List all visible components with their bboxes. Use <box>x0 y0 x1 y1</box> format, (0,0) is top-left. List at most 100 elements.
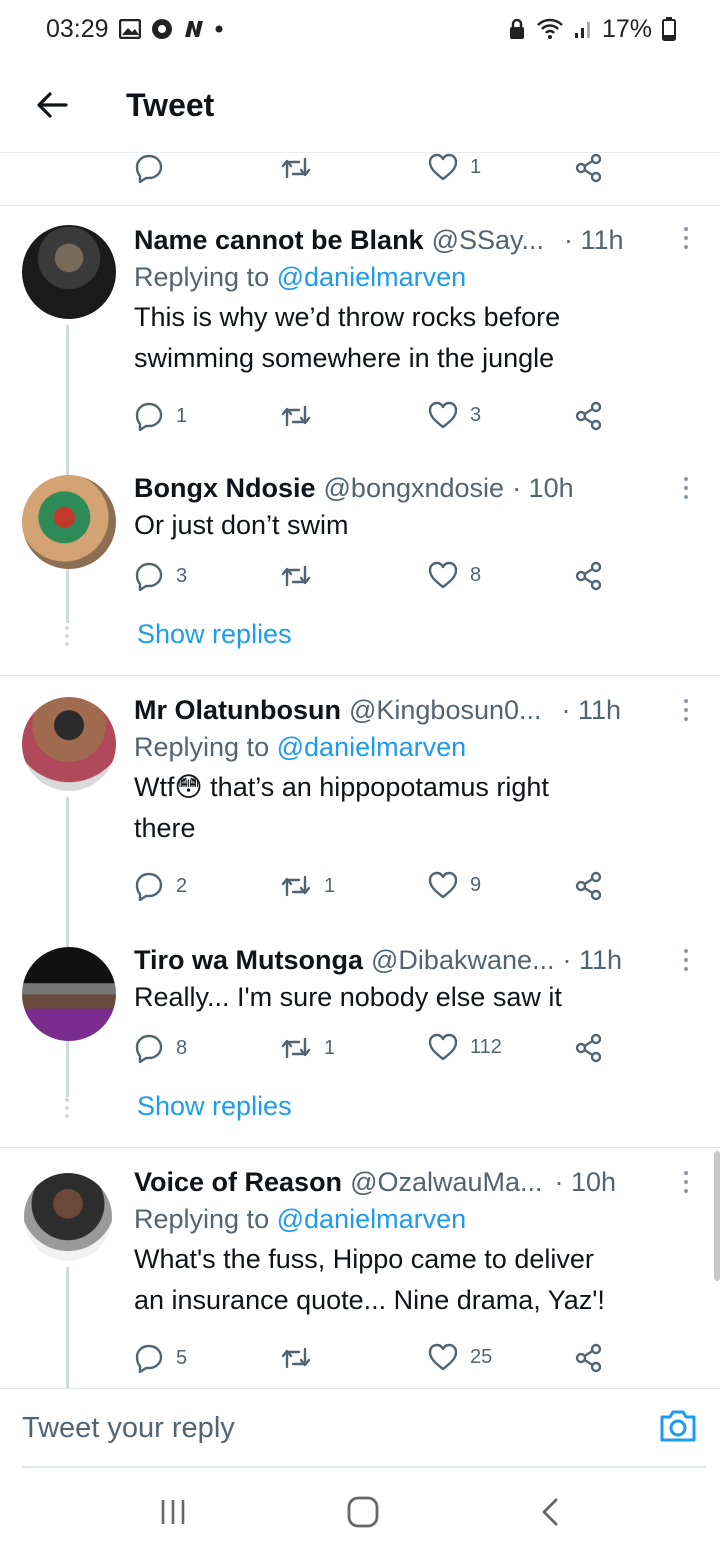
author-handle[interactable]: @bongxndosie <box>324 471 505 505</box>
tweet-text-line: swimming somewhere in the jungle <box>134 343 555 373</box>
retweet-button[interactable] <box>280 561 324 591</box>
tweet-text: Or just don’t swim <box>134 505 694 546</box>
like-button[interactable]: 3 <box>428 401 481 429</box>
author-name[interactable]: Tiro wa Mutsonga <box>134 943 363 977</box>
more-options-button[interactable] <box>680 949 692 971</box>
share-icon <box>575 153 602 183</box>
tweet-text-line: there <box>134 813 196 843</box>
recent-apps-icon <box>162 1499 185 1524</box>
reply-button[interactable]: 3 <box>134 561 187 591</box>
retweet-button[interactable] <box>280 153 312 183</box>
author-handle[interactable]: @Kingbosun0... <box>349 693 542 727</box>
page-title: Tweet <box>126 86 215 123</box>
reply-input[interactable]: Tweet your reply <box>22 1412 235 1445</box>
more-options-button[interactable] <box>680 1171 692 1193</box>
like-count: 8 <box>470 563 482 586</box>
system-nav-bar <box>0 1468 720 1560</box>
status-left: 03:29 <box>46 15 223 44</box>
thread-line <box>66 1045 69 1087</box>
reply-button[interactable] <box>134 153 164 183</box>
show-replies-link[interactable]: Show replies <box>137 619 292 650</box>
mention-link[interactable]: @danielmarven <box>277 732 467 762</box>
battery-icon <box>662 17 676 41</box>
author-name[interactable]: Name cannot be Blank <box>134 223 424 257</box>
author-name[interactable]: Mr Olatunbosun <box>134 693 341 727</box>
author-name[interactable]: Bongx Ndosie <box>134 471 316 505</box>
reply-icon <box>135 154 163 183</box>
camera-button[interactable] <box>658 1408 698 1449</box>
like-count: 9 <box>470 873 482 896</box>
retweet-button[interactable]: 1 <box>280 1033 335 1063</box>
previous-tweet-actions: 1 <box>134 153 614 193</box>
like-button[interactable]: 25 <box>428 1343 492 1371</box>
reply-button[interactable]: 1 <box>134 401 187 431</box>
back-button[interactable] <box>32 85 72 125</box>
wifi-icon <box>536 18 564 40</box>
reply-button[interactable]: 5 <box>134 1343 187 1373</box>
more-options-button[interactable] <box>680 699 692 721</box>
like-button[interactable]: 9 <box>428 871 481 899</box>
author-handle[interactable]: @Dibakwane... <box>371 943 555 977</box>
author-handle[interactable]: @OzalwauMa... <box>350 1165 542 1199</box>
heart-icon <box>428 1343 458 1371</box>
tweet-meta: Mr Olatunbosun @Kingbosun0... · 11h <box>134 693 694 727</box>
share-button[interactable] <box>574 153 604 183</box>
tweet-time: · 11h <box>564 225 624 255</box>
share-button[interactable] <box>574 871 604 901</box>
replying-prefix: Replying to <box>134 732 270 762</box>
like-button[interactable]: 8 <box>428 561 481 589</box>
like-button[interactable]: 1 <box>428 153 481 181</box>
retweet-button[interactable]: 1 <box>280 871 335 901</box>
mention-link[interactable]: @danielmarven <box>277 262 467 292</box>
heart-icon <box>428 401 458 429</box>
avatar[interactable] <box>22 475 116 569</box>
mention-link[interactable]: @danielmarven <box>277 1204 467 1234</box>
top-app-bar: Tweet <box>0 58 720 152</box>
tweet-text: What's the fuss, Hippo came to deliver a… <box>134 1239 694 1321</box>
retweet-count: 1 <box>324 1036 336 1059</box>
avatar[interactable] <box>24 1173 112 1261</box>
retweet-icon <box>281 157 311 179</box>
reply-count: 3 <box>176 564 188 587</box>
thread-dots <box>65 1098 69 1118</box>
arrow-left-icon <box>37 92 68 118</box>
tweet-text-line: an insurance quote... Nine drama, Yaz'! <box>134 1285 605 1315</box>
reply-icon <box>135 562 163 591</box>
reply-button[interactable]: 8 <box>134 1033 187 1063</box>
share-button[interactable] <box>574 1033 604 1063</box>
retweet-button[interactable] <box>280 401 324 431</box>
replies-list[interactable]: 1 Name cannot be Blank @SSay... · 11h Re… <box>0 152 720 1388</box>
signal-icon <box>574 19 592 39</box>
tweet-actions: 3 8 <box>134 561 614 601</box>
reply-composer[interactable]: Tweet your reply <box>0 1388 720 1468</box>
heart-icon <box>428 561 458 589</box>
share-button[interactable] <box>574 1343 604 1373</box>
like-count: 1 <box>470 155 482 178</box>
avatar[interactable] <box>22 947 116 1041</box>
more-options-button[interactable] <box>680 227 692 249</box>
recent-apps-button[interactable] <box>159 1498 187 1531</box>
avatar[interactable] <box>22 697 116 791</box>
retweet-count: 1 <box>324 874 336 897</box>
share-button[interactable] <box>574 561 604 591</box>
more-options-button[interactable] <box>680 477 692 499</box>
like-button[interactable]: 112 <box>428 1033 502 1061</box>
reply-icon <box>135 872 163 901</box>
scrollbar[interactable] <box>714 1151 720 1281</box>
author-name[interactable]: Voice of Reason <box>134 1165 342 1199</box>
author-handle[interactable]: @SSay... <box>432 223 544 257</box>
retweet-button[interactable] <box>280 1343 324 1373</box>
reply-button[interactable]: 2 <box>134 871 187 901</box>
camera-icon <box>660 1410 696 1442</box>
share-button[interactable] <box>574 401 604 431</box>
thread-line <box>66 1267 69 1388</box>
avatar[interactable] <box>22 225 116 319</box>
heart-icon <box>428 1033 458 1061</box>
back-nav-button[interactable] <box>539 1497 561 1532</box>
share-icon <box>575 1343 602 1373</box>
divider <box>0 1147 720 1148</box>
reply-count: 1 <box>176 404 188 427</box>
show-replies-link[interactable]: Show replies <box>137 1091 292 1122</box>
like-count: 25 <box>470 1345 493 1368</box>
home-button[interactable] <box>346 1495 380 1534</box>
